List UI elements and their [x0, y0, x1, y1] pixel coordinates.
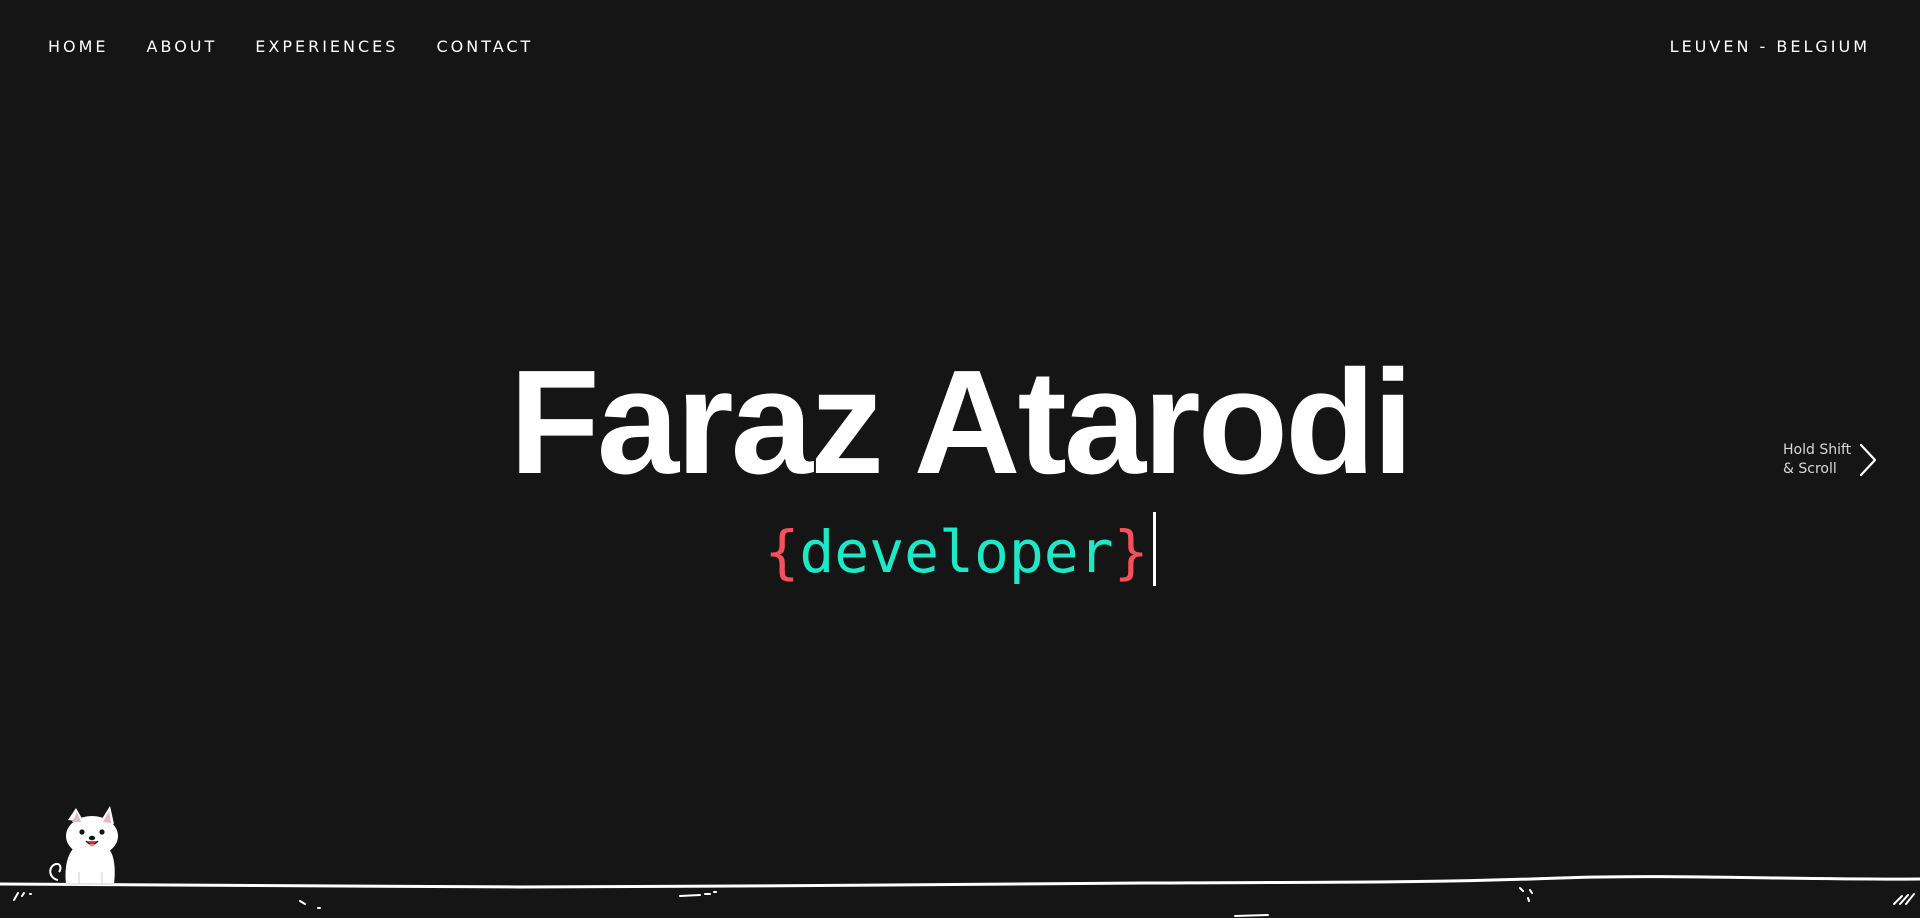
role-text: developer	[799, 518, 1114, 586]
scroll-hint-line1: Hold Shift	[1783, 442, 1852, 458]
scroll-hint-text: Hold Shift & Scroll	[1783, 441, 1851, 479]
hero-role: {developer}	[0, 512, 1920, 586]
nav-home-link[interactable]: HOME	[48, 37, 109, 56]
ground-line	[0, 875, 1920, 917]
typing-caret	[1152, 512, 1156, 586]
hero: Faraz Atarodi {developer}	[0, 340, 1920, 586]
main-nav: HOME ABOUT EXPERIENCES CONTACT	[48, 37, 571, 56]
role-brace-close: }	[1113, 518, 1149, 586]
nav-about-link[interactable]: ABOUT	[147, 37, 218, 56]
role-brace-open: {	[764, 518, 800, 586]
dog-mascot	[49, 806, 118, 885]
nav-experiences-link[interactable]: EXPERIENCES	[255, 37, 398, 56]
scroll-hint[interactable]: Hold Shift & Scroll	[1783, 441, 1879, 479]
chevron-right-icon[interactable]	[1857, 442, 1879, 478]
scroll-hint-line2: & Scroll	[1783, 461, 1837, 477]
hero-name: Faraz Atarodi	[509, 340, 1413, 505]
location-label: LEUVEN - BELGIUM	[1669, 37, 1870, 56]
nav-contact-link[interactable]: CONTACT	[436, 37, 533, 56]
